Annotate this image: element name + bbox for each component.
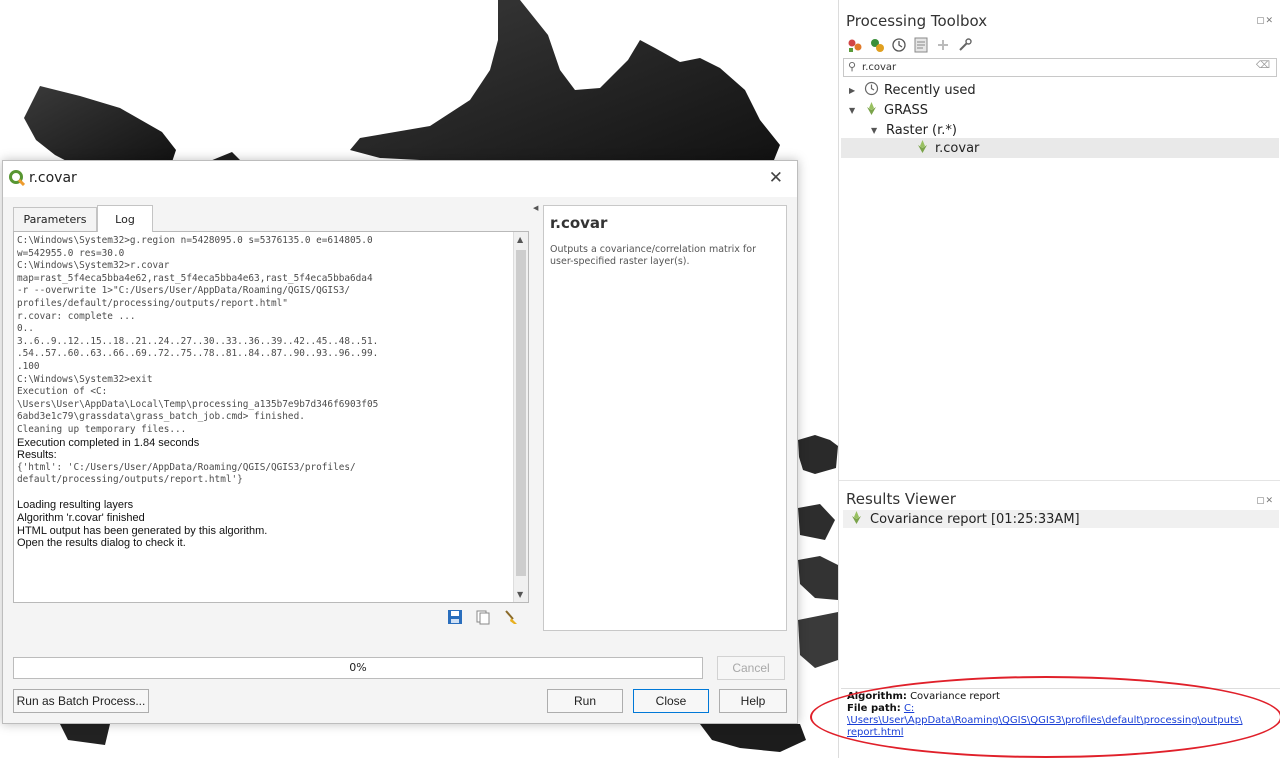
right-dock: Processing Toolbox ▢ ✕ ⚲ r.covar ⌫ ▶ Rec… [838,0,1280,758]
filepath-label: File path: [847,703,901,714]
tree-item-recently-used[interactable]: ▶ Recently used [849,80,976,100]
help-pane: r.covar Outputs a covariance/correlation… [543,205,787,631]
options-wrench-icon[interactable] [957,37,973,53]
result-detail-panel: Algorithm: Covariance report File path: … [841,688,1280,756]
log-line: Results: [17,449,57,462]
history-icon[interactable] [891,37,907,53]
log-line: profiles/default/processing/outputs/repo… [17,297,288,309]
log-line: Open the results dialog to check it. [17,537,186,550]
search-icon: ⚲ [848,60,857,73]
log-line: Loading resulting layers [17,499,134,512]
chevron-down-icon[interactable]: ▼ [871,126,881,135]
log-line: 6abd3e1c79\grassdata\grass_batch_job.cmd… [17,411,305,423]
results-viewer-icon[interactable] [913,37,929,53]
close-button[interactable]: Close [633,689,709,713]
tree-item-raster[interactable]: ▼ Raster (r.*) [871,120,957,140]
run-batch-button[interactable]: Run as Batch Process... [13,689,149,713]
log-line: .54..57..60..63..66..69..72..75..78..81.… [17,348,379,360]
scroll-down-icon[interactable]: ▼ [517,590,523,599]
tab-log[interactable]: Log [97,205,153,232]
result-item[interactable]: Covariance report [01:25:33AM] [843,510,1279,528]
log-line: 3..6..9..12..15..18..21..24..27..30..33.… [17,335,379,347]
algorithm-label: Algorithm: [847,691,907,702]
qgis-logo-icon [9,170,26,189]
tree-item-label: r.covar [935,140,980,156]
scrollbar-thumb[interactable] [516,250,526,576]
toolbox-search[interactable]: ⚲ ⌫ [843,58,1277,77]
close-icon[interactable]: ✕ [769,168,783,188]
tree-item-label: Recently used [884,82,976,98]
log-line: Execution completed in 1.84 seconds [17,436,200,449]
log-line: w=542955.0 res=30.0 [17,247,125,259]
help-button[interactable]: Help [719,689,787,713]
collapse-help-icon[interactable]: ◀ [533,204,538,212]
result-item-label: Covariance report [01:25:33AM] [870,511,1080,527]
tree-item-label: GRASS [884,102,928,118]
scroll-up-icon[interactable]: ▲ [517,235,523,244]
log-scrollbar[interactable]: ▲ ▼ [513,232,528,602]
log-line: Algorithm 'r.covar' finished [17,512,145,525]
clear-log-icon[interactable] [503,609,519,628]
results-viewer-title: Results Viewer [846,490,956,508]
edit-features-icon[interactable] [935,37,951,53]
log-line: 0.. [17,323,34,335]
dock-float-close-icon[interactable]: ▢ ✕ [1256,16,1273,26]
log-line: r.covar: complete ... [17,310,136,322]
grass-icon [864,101,879,120]
clock-icon [864,81,879,100]
log-line: -r --overwrite 1>"C:/Users/User/AppData/… [17,285,351,297]
filepath-line: File path: C: [847,703,1275,715]
log-line: default/processing/outputs/report.html'} [17,474,243,486]
log-line: Cleaning up temporary files... [17,423,187,435]
filepath-link-part2[interactable]: \Users\User\AppData\Roaming\QGIS\QGIS3\p… [847,715,1242,726]
log-output[interactable]: C:\Windows\System32>g.region n=5428095.0… [13,231,529,603]
tree-selection-highlight [841,138,1279,158]
progress-bar: 0% [13,657,703,679]
copy-log-icon[interactable] [475,609,491,628]
toolbox-toolbar [847,35,973,55]
dialog-title: r.covar [29,170,77,186]
toolbox-title: Processing Toolbox [846,12,988,30]
toolbox-search-input[interactable] [862,60,1242,75]
grass-icon [849,510,864,529]
log-line: \Users\User\AppData\Local\Temp\processin… [17,398,379,410]
log-line: HTML output has been generated by this a… [17,524,268,537]
help-title: r.covar [550,214,608,232]
filepath-link-part1[interactable]: C: [904,703,914,714]
progress-label: 0% [349,661,367,674]
log-line: Execution of <C: [17,386,108,398]
scripts-icon[interactable] [869,37,885,53]
filepath-link-part3[interactable]: report.html [847,727,904,738]
log-line: .100 [17,360,40,372]
qgis-window: Processing Toolbox ▢ ✕ ⚲ r.covar ⌫ ▶ Rec… [0,0,1280,758]
log-actions [447,609,519,628]
chevron-right-icon[interactable]: ▶ [849,86,859,95]
models-icon[interactable] [847,37,863,53]
log-text: C:\Windows\System32>g.region n=5428095.0… [17,235,509,550]
help-description: Outputs a covariance/correlation matrix … [550,244,756,267]
tree-item-grass[interactable]: ▼ GRASS [849,100,928,120]
run-button[interactable]: Run [547,689,623,713]
log-line: {'html': 'C:/Users/User/AppData/Roaming/… [17,461,356,473]
dock-splitter[interactable] [839,480,1280,481]
tree-item-r-covar[interactable]: r.covar [915,138,979,158]
tab-parameters[interactable]: Parameters [13,207,97,231]
grass-icon [915,139,930,158]
dock-float-close-icon[interactable]: ▢ ✕ [1256,496,1273,506]
log-line: C:\Windows\System32>g.region n=5428095.0… [17,235,373,246]
save-log-icon[interactable] [447,609,463,628]
tree-item-label: Raster (r.*) [886,122,957,138]
chevron-down-icon[interactable]: ▼ [849,106,859,115]
algorithm-line: Algorithm: Covariance report [847,691,1275,703]
log-line: C:\Windows\System32>r.covar [17,260,170,272]
log-line: map=rast_5f4eca5bba4e62,rast_5f4eca5bba4… [17,272,373,284]
dialog-titlebar[interactable]: r.covar ✕ [3,161,797,197]
cancel-button[interactable]: Cancel [717,656,785,680]
clear-search-icon[interactable]: ⌫ [1256,60,1270,71]
algorithm-dialog: r.covar ✕ Parameters Log C:\Windows\Syst… [2,160,798,724]
algorithm-value: Covariance report [910,691,1000,702]
log-line: C:\Windows\System32>exit [17,373,153,385]
